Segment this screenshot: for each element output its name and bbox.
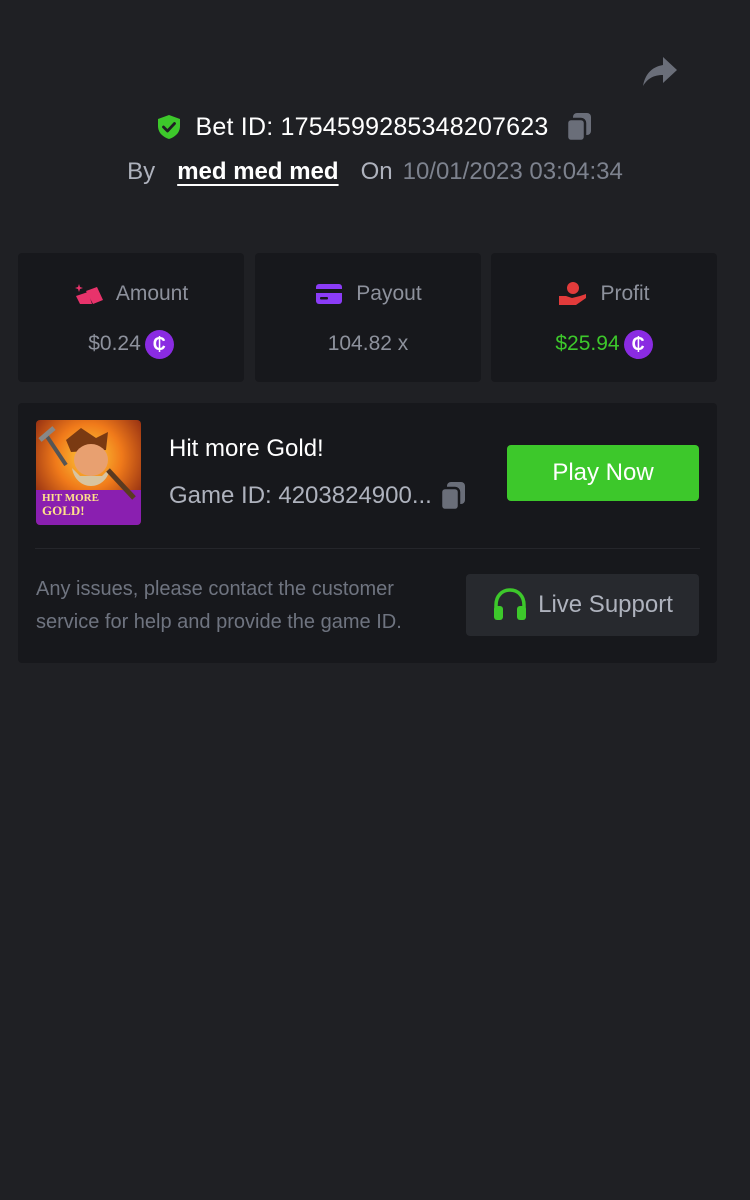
gold-bars-icon xyxy=(74,281,104,307)
share-button[interactable] xyxy=(640,56,680,92)
coin-icon: ₵ xyxy=(623,329,653,359)
game-id-row: Game ID: 4203824900... xyxy=(169,479,468,513)
amount-label: Amount xyxy=(115,282,189,305)
copy-icon[interactable] xyxy=(564,111,594,143)
live-support-label: Live Support xyxy=(538,591,673,618)
amount-value: $0.24 xyxy=(88,332,141,355)
play-now-button[interactable]: Play Now xyxy=(507,445,699,501)
headset-icon xyxy=(492,587,528,623)
hand-coin-icon xyxy=(558,281,588,307)
profit-card: Profit $25.94 ₵ xyxy=(491,253,717,382)
live-support-button[interactable]: Live Support xyxy=(466,574,699,636)
bet-id-row: Bet ID: 1754599285348207623 xyxy=(0,110,750,144)
divider xyxy=(35,548,700,549)
credit-card-icon xyxy=(314,281,344,307)
game-id: Game ID: 4203824900... xyxy=(169,482,432,509)
help-text: Any issues, please contact the customer … xyxy=(36,578,402,633)
payout-card: Payout 104.82 x xyxy=(255,253,481,382)
bet-id: Bet ID: 1754599285348207623 xyxy=(195,112,549,141)
game-title: Hit more Gold! xyxy=(169,435,324,462)
username-link[interactable]: med med med xyxy=(177,158,338,186)
payout-value: 104.82 x xyxy=(327,332,409,355)
coin-icon: ₵ xyxy=(144,329,174,359)
game-thumbnail[interactable]: HIT MORE GOLD! xyxy=(36,420,141,525)
svg-text:GOLD!: GOLD! xyxy=(42,503,85,518)
shield-check-icon xyxy=(156,114,182,140)
copy-icon[interactable] xyxy=(438,480,468,512)
bet-meta-row: By med med med On 10/01/2023 03:04:34 xyxy=(0,156,750,188)
game-card: HIT MORE GOLD! Hit more Gold! Game ID: 4… xyxy=(18,403,717,663)
profit-value: $25.94 xyxy=(555,332,620,355)
amount-card: Amount $0.24 ₵ xyxy=(18,253,244,382)
by-label: By xyxy=(127,158,156,185)
share-icon xyxy=(641,55,679,94)
bet-date: 10/01/2023 03:04:34 xyxy=(402,158,623,185)
on-label: On xyxy=(360,158,393,185)
profit-label: Profit xyxy=(600,282,650,305)
payout-label: Payout xyxy=(356,282,422,305)
